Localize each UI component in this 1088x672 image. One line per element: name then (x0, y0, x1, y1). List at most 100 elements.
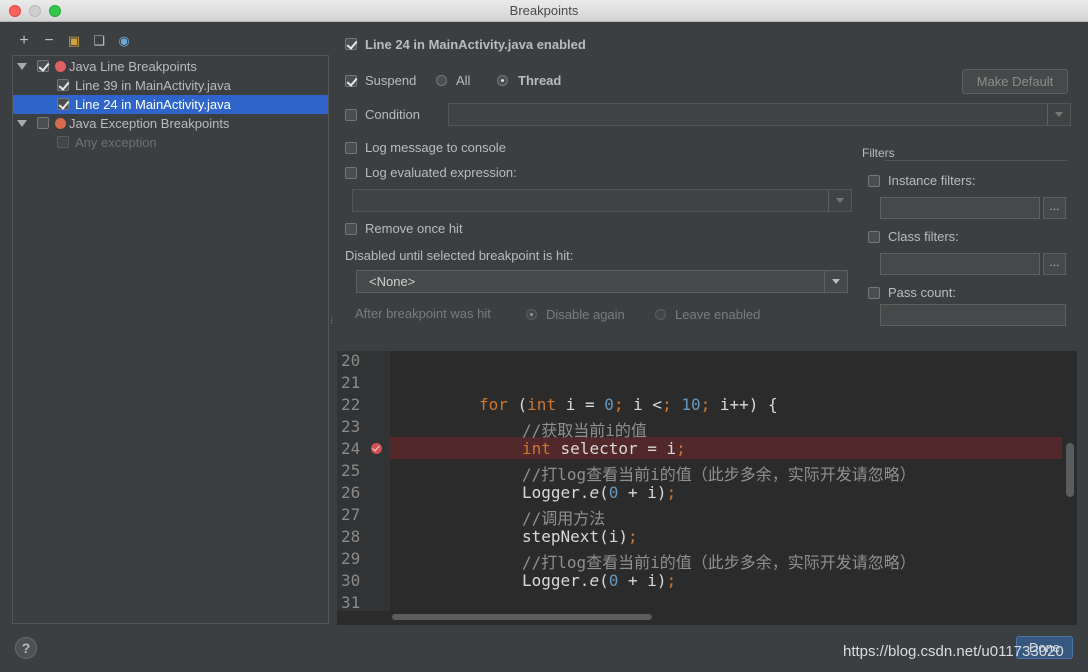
line-number: 29 (341, 549, 361, 568)
group-checkbox[interactable] (37, 117, 49, 129)
disable-again-label: Disable again (546, 307, 625, 322)
remove-icon[interactable]: − (42, 33, 56, 49)
line-number: 31 (341, 593, 361, 612)
code-line: for (int i = 0; i <; 10; i++) { (479, 395, 778, 414)
code-line: //打log查看当前i的值（此步多余，实际开发请忽略） (522, 553, 916, 572)
code-line: stepNext(i); (522, 527, 638, 546)
disabled-until-value: <None> (369, 274, 416, 289)
leave-enabled-radio[interactable] (655, 309, 666, 320)
code-preview-editor: 20 21 22 23 24 25 26 27 28 29 30 31 for … (337, 351, 1077, 625)
watermark: https://blog.csdn.net/u011733020 (843, 643, 1064, 660)
log-message-checkbox[interactable] (345, 142, 357, 154)
condition-combo[interactable] (448, 103, 1071, 126)
suspend-thread-radio[interactable] (497, 75, 508, 86)
log-expression-label: Log evaluated expression: (365, 165, 517, 180)
suspend-all-radio[interactable] (436, 75, 447, 86)
chevron-down-icon[interactable] (1047, 104, 1070, 125)
log-expression-checkbox[interactable] (345, 167, 357, 179)
suspend-checkbox[interactable] (345, 75, 357, 87)
code-line: //打log查看当前i的值（此步多余，实际开发请忽略） (522, 465, 916, 484)
item-checkbox[interactable] (57, 79, 69, 91)
enabled-checkbox[interactable] (345, 38, 357, 50)
instance-filters-field[interactable] (880, 197, 1040, 219)
log-expression-combo[interactable] (352, 189, 852, 212)
pass-count-checkbox[interactable] (868, 287, 880, 299)
breakpoint-line-highlight (390, 437, 1062, 459)
leave-enabled-label: Leave enabled (675, 307, 761, 322)
chevron-down-icon[interactable] (824, 271, 847, 292)
add-icon[interactable]: + (17, 33, 31, 49)
breakpoint-marker-icon[interactable] (371, 443, 382, 454)
class-filters-field[interactable] (880, 253, 1040, 275)
line-number: 21 (341, 373, 361, 392)
title-bar: Breakpoints (0, 0, 1088, 22)
line-number: 23 (341, 417, 361, 436)
tree-item-label: Any exception (75, 135, 157, 150)
remove-once-hit-label: Remove once hit (365, 221, 463, 236)
code-line: //调用方法 (522, 509, 606, 528)
window-title: Breakpoints (509, 3, 579, 18)
tree-item-label: Line 24 in MainActivity.java (75, 97, 231, 112)
suspend-thread-label: Thread (518, 73, 562, 88)
tree-group-java-line-breakpoints[interactable]: Java Line Breakpoints (13, 57, 328, 76)
filters-separator (885, 160, 1067, 161)
horizontal-scroll-thumb[interactable] (392, 614, 652, 620)
breakpoint-header: Line 24 in MainActivity.java enabled (365, 37, 586, 52)
breakpoint-icon (55, 61, 66, 72)
line-number: 24 (341, 439, 361, 458)
line-number: 26 (341, 483, 361, 502)
tree-group-label: Java Line Breakpoints (69, 59, 197, 74)
code-line: int selector = i; (522, 439, 686, 458)
suspend-label: Suspend (365, 73, 417, 88)
group-checkbox[interactable] (37, 60, 49, 72)
code-line: Logger.e(0 + i); (522, 483, 677, 502)
copy-icon[interactable]: ❏ (92, 34, 106, 48)
exception-breakpoint-icon (55, 118, 66, 129)
tree-group-label: Java Exception Breakpoints (69, 116, 230, 131)
code-line: //获取当前i的值 (522, 421, 647, 440)
item-checkbox[interactable] (57, 98, 69, 110)
after-hit-label: After breakpoint was hit (355, 306, 491, 321)
pass-count-label: Pass count: (888, 285, 956, 300)
line-number: 22 (341, 395, 361, 414)
expand-triangle-icon[interactable] (17, 120, 27, 127)
line-number: 28 (341, 527, 361, 546)
tree-item-label: Line 39 in MainActivity.java (75, 78, 231, 93)
code-line: Logger.e(0 + i); (522, 571, 677, 590)
instance-filters-browse-button[interactable]: ... (1043, 197, 1066, 219)
expand-triangle-icon[interactable] (17, 63, 27, 70)
disable-again-radio[interactable] (526, 309, 537, 320)
line-number: 27 (341, 505, 361, 524)
breakpoints-tree: Java Line Breakpoints Line 39 in MainAct… (12, 55, 329, 624)
tree-item[interactable]: Line 39 in MainActivity.java (13, 76, 328, 95)
tree-item-selected[interactable]: Line 24 in MainActivity.java (13, 95, 328, 114)
filters-title: Filters (862, 146, 895, 160)
splitter-handle[interactable]: ⁝ (330, 317, 334, 334)
tree-group-java-exception-breakpoints[interactable]: Java Exception Breakpoints (13, 114, 328, 133)
condition-label: Condition (365, 107, 420, 122)
disabled-until-label: Disabled until selected breakpoint is hi… (345, 248, 574, 263)
instance-filters-checkbox[interactable] (868, 175, 880, 187)
class-filters-checkbox[interactable] (868, 231, 880, 243)
help-button[interactable]: ? (15, 637, 37, 659)
folder-icon[interactable]: ▣ (67, 34, 81, 48)
line-number: 25 (341, 461, 361, 480)
vertical-scroll-thumb[interactable] (1066, 443, 1074, 497)
suspend-all-label: All (456, 73, 471, 88)
log-message-label: Log message to console (365, 140, 506, 155)
class-filters-browse-button[interactable]: ... (1043, 253, 1066, 275)
tree-item[interactable]: Any exception (13, 133, 328, 152)
make-default-button[interactable]: Make Default (962, 69, 1068, 94)
item-checkbox[interactable] (57, 136, 69, 148)
remove-once-hit-checkbox[interactable] (345, 223, 357, 235)
disabled-until-combo[interactable]: <None> (356, 270, 848, 293)
chevron-down-icon[interactable] (828, 190, 851, 211)
line-number: 20 (341, 351, 361, 370)
line-number: 30 (341, 571, 361, 590)
instance-filters-label: Instance filters: (888, 173, 976, 188)
pass-count-field[interactable] (880, 304, 1066, 326)
class-filters-label: Class filters: (888, 229, 959, 244)
horizontal-scrollbar[interactable] (390, 612, 1066, 623)
export-icon[interactable]: ◉ (117, 34, 131, 48)
condition-checkbox[interactable] (345, 109, 357, 121)
